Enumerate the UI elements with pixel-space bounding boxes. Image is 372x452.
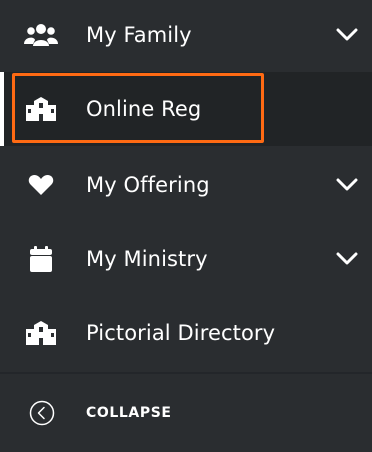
nav-item-label: Pictorial Directory — [86, 321, 276, 345]
calendar-icon — [24, 246, 58, 272]
nav-item-my-offering[interactable]: My Offering — [0, 148, 372, 222]
nav-item-label: My Ministry — [86, 247, 208, 271]
building-icon — [24, 96, 58, 122]
nav-item-my-ministry[interactable]: My Ministry — [0, 222, 372, 296]
chevron-left-circle-icon — [29, 400, 55, 426]
collapse-label: COLLAPSE — [86, 405, 172, 421]
nav-item-label: Online Reg — [86, 97, 202, 121]
collapse-button[interactable]: COLLAPSE — [0, 374, 372, 452]
nav-item-online-reg[interactable]: Online Reg — [0, 72, 372, 146]
chevron-down-icon[interactable] — [336, 248, 358, 270]
chevron-down-icon[interactable] — [336, 24, 358, 46]
nav-item-pictorial-directory[interactable]: Pictorial Directory — [0, 296, 372, 370]
nav-item-label: My Offering — [86, 173, 210, 197]
heart-icon — [24, 172, 58, 198]
family-icon — [24, 22, 58, 48]
active-indicator — [0, 72, 4, 146]
side-navigation: My Family Online Reg My Offering My Mini… — [0, 0, 372, 452]
nav-item-my-family[interactable]: My Family — [0, 0, 372, 72]
building-icon — [24, 320, 58, 346]
chevron-down-icon[interactable] — [336, 174, 358, 196]
nav-item-label: My Family — [86, 23, 192, 47]
